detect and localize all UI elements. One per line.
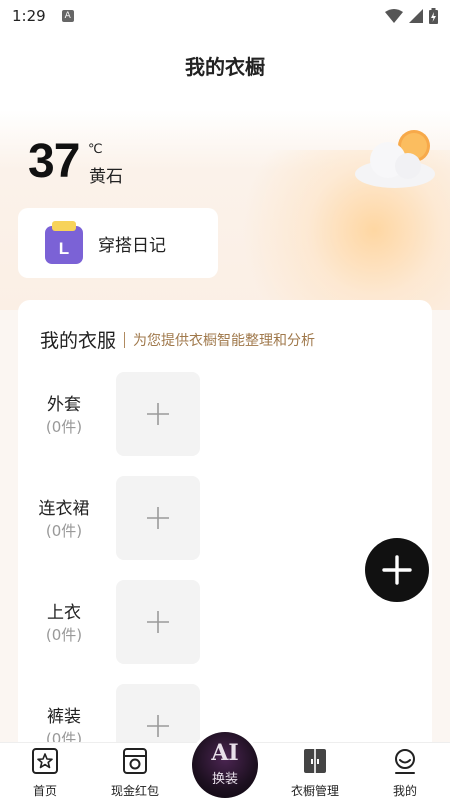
plus-icon [382, 555, 412, 585]
outfit-diary-label: 穿搭日记 [98, 235, 166, 256]
status-time: 1:29 [12, 7, 46, 25]
tab-label: 现金红包 [110, 784, 159, 798]
svg-text:L: L [59, 239, 69, 258]
star-icon [32, 748, 58, 774]
wardrobe-icon [304, 749, 326, 773]
category-count: (0件) [45, 626, 83, 644]
page-title: 我的衣橱 [185, 55, 265, 79]
wifi-icon [385, 9, 403, 23]
category-name: 外套 [47, 395, 81, 415]
ai-outfit-label: 换装 [211, 772, 238, 787]
status-bar: 1:29 A [0, 0, 450, 32]
my-clothes-title: 我的衣服 [40, 330, 117, 352]
wallet-icon [123, 748, 147, 774]
page-header: 我的衣橱 [0, 32, 450, 110]
title-divider [124, 331, 126, 348]
category-name: 裤装 [47, 707, 81, 727]
ai-label: AI [211, 740, 239, 766]
ai-outfit-button[interactable]: AI 换装 [192, 732, 258, 798]
add-coat-button[interactable] [116, 372, 200, 456]
calendar-icon: L [45, 221, 83, 264]
add-top-button[interactable] [116, 580, 200, 664]
temperature-value: 37 [28, 135, 80, 188]
floating-add-button[interactable] [365, 538, 429, 602]
category-name: 连衣裙 [38, 499, 90, 519]
status-icons [385, 8, 438, 24]
city-name: 黄石 [89, 167, 123, 187]
temperature-unit: ℃ [88, 142, 103, 157]
tab-mine[interactable]: 我的 [365, 747, 445, 799]
plus-icon [147, 403, 169, 425]
tab-label: 衣橱管理 [290, 784, 339, 798]
battery-icon [429, 8, 438, 24]
tab-cash-red-packet[interactable]: 现金红包 [95, 747, 175, 799]
signal-icon [409, 9, 423, 23]
category-row-top: 上衣 (0件) [18, 578, 432, 668]
tab-label: 我的 [392, 784, 417, 798]
my-clothes-card: 我的衣服 为您提供衣橱智能整理和分析 外套 (0件) 连衣裙 (0件) 上衣 (… [18, 300, 432, 760]
plus-icon [147, 715, 169, 737]
my-clothes-subtitle: 为您提供衣橱智能整理和分析 [133, 332, 316, 349]
tab-wardrobe-management[interactable]: 衣橱管理 [275, 747, 355, 799]
plus-icon [147, 507, 169, 529]
category-count: (0件) [45, 522, 83, 540]
tab-label: 首页 [32, 784, 57, 798]
category-name: 上衣 [47, 603, 81, 623]
sun-cloud-icon [355, 130, 435, 188]
category-count: (0件) [45, 418, 83, 436]
plus-icon [147, 611, 169, 633]
notification-icon: A [61, 10, 74, 22]
add-dress-button[interactable] [116, 476, 200, 560]
my-clothes-header: 我的衣服 为您提供衣橱智能整理和分析 [40, 326, 315, 353]
profile-icon [395, 749, 415, 774]
category-row-coat: 外套 (0件) [18, 370, 432, 460]
outfit-diary-card[interactable]: L 穿搭日记 [18, 208, 218, 278]
tab-home[interactable]: 首页 [5, 747, 85, 799]
